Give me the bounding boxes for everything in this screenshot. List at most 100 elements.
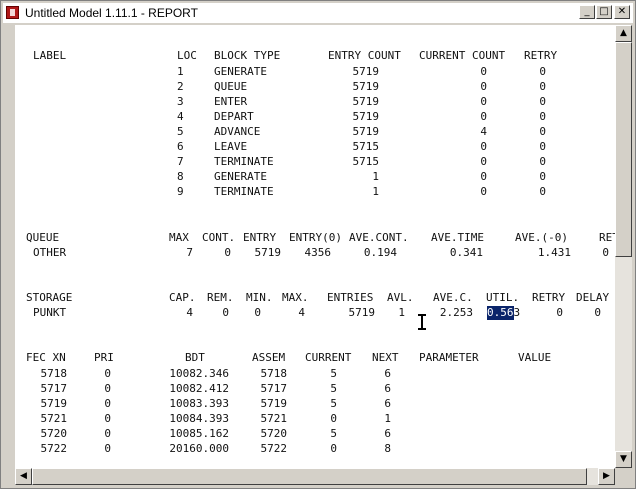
app-icon[interactable] <box>6 6 19 19</box>
fec-current: 5 <box>330 382 337 395</box>
storage-header-min: MIN. <box>246 291 273 304</box>
storage-header-ave-c: AVE.C. <box>433 291 473 304</box>
fec-fec-xn: 5722 <box>40 442 68 455</box>
queue-header-ave-time: AVE.TIME <box>431 231 484 244</box>
block-block-type: TERMINATE <box>214 155 274 168</box>
storage-header-cap: CAP. <box>169 291 196 304</box>
block-current-count: 0 <box>480 185 487 198</box>
queue-ave-time: 0.341 <box>449 246 483 259</box>
storage-cap: 4 <box>186 306 193 319</box>
block-retry: 0 <box>539 125 546 138</box>
block-loc: 9 <box>177 185 184 198</box>
storage-rem: 0 <box>222 306 229 319</box>
block-block-type: DEPART <box>214 110 254 123</box>
block-entry-count: 5715 <box>352 140 380 153</box>
fec-pri: 0 <box>104 367 111 380</box>
header-block-type: BLOCK TYPE <box>214 49 281 62</box>
storage-header-retry: RETRY <box>532 291 566 304</box>
close-button[interactable]: ✕ <box>614 5 630 19</box>
block-block-type: LEAVE <box>214 140 248 153</box>
fec-assem: 5720 <box>260 427 288 440</box>
fec-next: 8 <box>384 442 391 455</box>
block-block-type: ENTER <box>214 95 248 108</box>
queue-header-cont: CONT. <box>202 231 236 244</box>
horizontal-scrollbar[interactable]: ◀ ▶ <box>15 468 615 485</box>
block-entry-count: 5715 <box>352 155 380 168</box>
storage-header-util: UTIL. <box>486 291 520 304</box>
queue-header-ave-cont: AVE.CONT. <box>349 231 409 244</box>
scroll-down-arrow-icon[interactable]: ▼ <box>615 451 632 468</box>
scroll-up-arrow-icon[interactable]: ▲ <box>615 25 632 42</box>
fec-bdt: 10085.162 <box>169 427 229 440</box>
block-retry: 0 <box>539 140 546 153</box>
maximize-button[interactable]: □ <box>596 5 612 19</box>
header-current-count: CURRENT COUNT <box>419 49 506 62</box>
horizontal-scroll-thumb[interactable] <box>32 468 587 485</box>
block-loc: 6 <box>177 140 184 153</box>
fec-fec-xn: 5720 <box>40 427 68 440</box>
fec-pri: 0 <box>104 442 111 455</box>
fec-pri: 0 <box>104 382 111 395</box>
window-title: Untitled Model 1.11.1 - REPORT <box>25 6 198 20</box>
scroll-left-arrow-icon[interactable]: ◀ <box>15 468 32 485</box>
queue-header-retry: RETR <box>599 231 615 244</box>
storage-header-storage: STORAGE <box>26 291 73 304</box>
storage-max: 4 <box>298 306 305 319</box>
block-block-type: QUEUE <box>214 80 248 93</box>
util-remainder: 3 <box>513 306 521 319</box>
queue-ave-nonzero: 1.431 <box>537 246 571 259</box>
report-window: Untitled Model 1.11.1 - REPORT _ □ ✕ LAB… <box>0 0 636 489</box>
fec-current: 5 <box>330 427 337 440</box>
block-current-count: 0 <box>480 155 487 168</box>
storage-header-entries: ENTRIES <box>327 291 374 304</box>
queue-header-entry: ENTRY <box>243 231 277 244</box>
fec-bdt: 10082.346 <box>169 367 229 380</box>
fec-header-fec-xn: FEC XN <box>26 351 66 364</box>
queue-ave-cont: 0.194 <box>363 246 397 259</box>
block-block-type: ADVANCE <box>214 125 261 138</box>
title-bar[interactable]: Untitled Model 1.11.1 - REPORT _ □ ✕ <box>3 3 633 23</box>
block-entry-count: 1 <box>372 170 379 183</box>
fec-current: 0 <box>330 442 337 455</box>
block-current-count: 4 <box>480 125 487 138</box>
fec-fec-xn: 5721 <box>40 412 68 425</box>
queue-entry: 5719 <box>254 246 282 259</box>
vertical-scroll-thumb[interactable] <box>615 42 632 257</box>
block-retry: 0 <box>539 110 546 123</box>
fec-pri: 0 <box>104 397 111 410</box>
fec-pri: 0 <box>104 412 111 425</box>
storage-retry: 0 <box>556 306 563 319</box>
fec-next: 6 <box>384 427 391 440</box>
block-loc: 2 <box>177 80 184 93</box>
queue-header-max: MAX <box>169 231 189 244</box>
queue-entry-zero: 4356 <box>304 246 332 259</box>
size-grip[interactable] <box>615 468 632 485</box>
vertical-scrollbar[interactable]: ▲ ▼ <box>615 25 632 468</box>
block-loc: 1 <box>177 65 184 78</box>
report-text-area[interactable]: LABEL LOC BLOCK TYPE ENTRY COUNT CURRENT COU… <box>15 25 615 468</box>
fec-assem: 5718 <box>260 367 288 380</box>
fec-header-current: CURRENT <box>305 351 352 364</box>
block-current-count: 0 <box>480 95 487 108</box>
fec-pri: 0 <box>104 427 111 440</box>
storage-min: 0 <box>254 306 261 319</box>
queue-header-queue: QUEUE <box>26 231 60 244</box>
queue-max: 7 <box>186 246 193 259</box>
block-entry-count: 5719 <box>352 80 380 93</box>
util-selection[interactable]: 0.56 <box>487 306 514 320</box>
fec-assem: 5719 <box>260 397 288 410</box>
fec-fec-xn: 5717 <box>40 382 68 395</box>
scroll-right-arrow-icon[interactable]: ▶ <box>598 468 615 485</box>
block-entry-count: 5719 <box>352 110 380 123</box>
storage-ave-c: 2.253 <box>439 306 473 319</box>
block-block-type: TERMINATE <box>214 185 274 198</box>
minimize-button[interactable]: _ <box>579 5 595 19</box>
block-loc: 5 <box>177 125 184 138</box>
block-current-count: 0 <box>480 140 487 153</box>
block-retry: 0 <box>539 155 546 168</box>
block-loc: 4 <box>177 110 184 123</box>
block-current-count: 0 <box>480 80 487 93</box>
storage-header-delay: DELAY <box>576 291 610 304</box>
fec-current: 0 <box>330 412 337 425</box>
fec-header-bdt: BDT <box>185 351 205 364</box>
